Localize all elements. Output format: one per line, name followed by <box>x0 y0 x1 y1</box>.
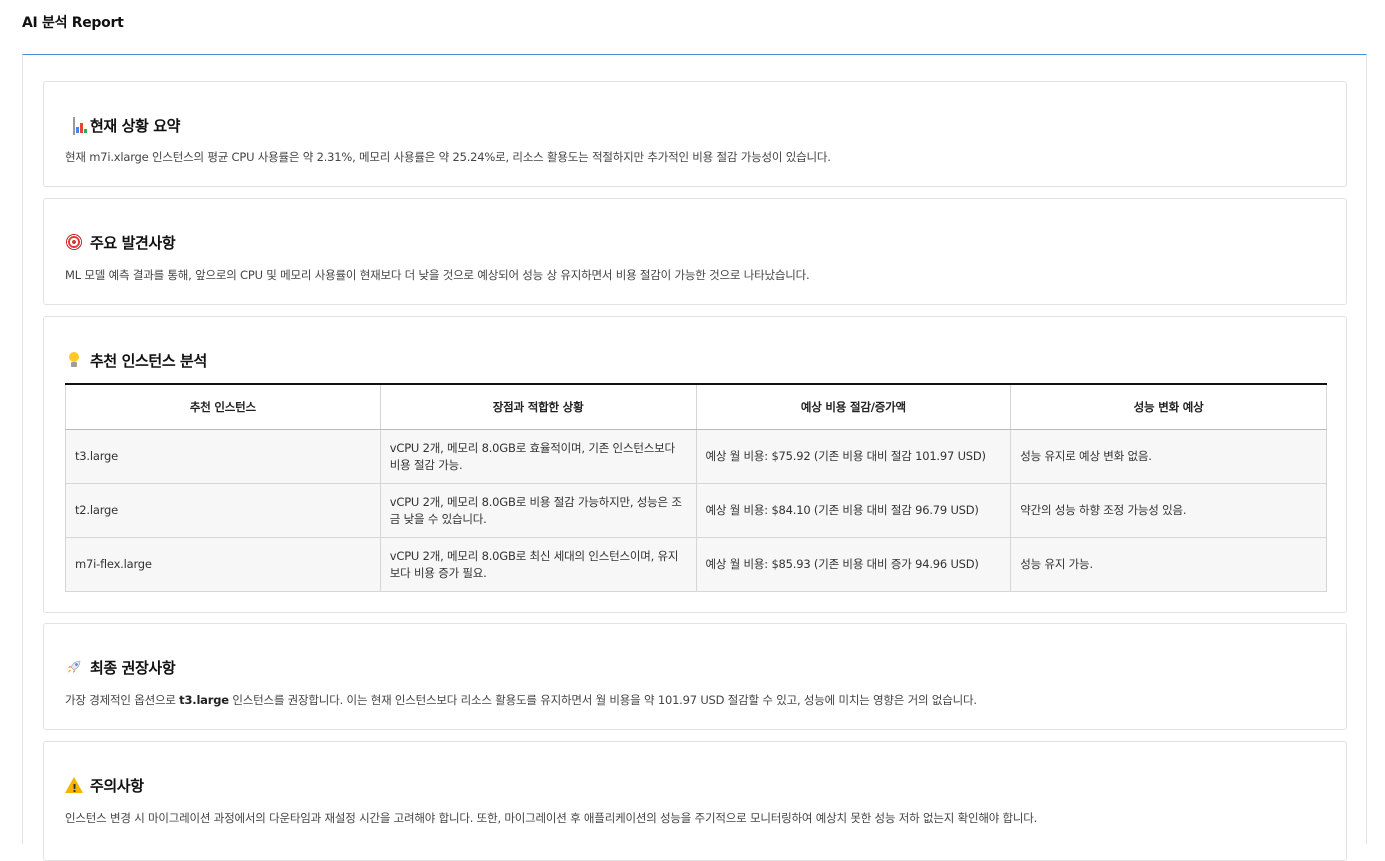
table-header: 성능 변화 예상 <box>1010 384 1327 430</box>
table-cell: vCPU 2개, 메모리 8.0GB로 비용 절감 가능하지만, 성능은 조금 … <box>379 483 697 538</box>
table-header: 추천 인스턴스 <box>65 384 381 430</box>
final-title-text: 최종 권장사항 <box>90 659 176 677</box>
table-row: t3.large vCPU 2개, 메모리 8.0GB로 효율적이며, 기존 인… <box>65 429 1327 484</box>
final-card: 최종 권장사항 가장 경제적인 옵션으로 t3.large 인스턴스를 권장합니… <box>43 623 1347 730</box>
lightbulb-icon <box>65 351 83 370</box>
table-cell: vCPU 2개, 메모리 8.0GB로 효율적이며, 기존 인스턴스보다 비용 … <box>379 429 697 484</box>
caution-text: 인스턴스 변경 시 마이그레이션 과정에서의 다운타임과 재설정 시간을 고려해… <box>65 811 1038 825</box>
rocket-icon <box>65 659 83 677</box>
final-text-before: 가장 경제적인 옵션으로 <box>65 693 180 707</box>
final-text-after: 인스턴스를 권장합니다. 이는 현재 인스턴스보다 리소스 활용도를 유지하면서… <box>228 693 977 707</box>
table-row: m7i-flex.large vCPU 2개, 메모리 8.0GB로 최신 세대… <box>65 537 1327 592</box>
table-cell: vCPU 2개, 메모리 8.0GB로 최신 세대의 인스턴스이며, 유지 보다… <box>379 537 697 592</box>
bar-chart-icon <box>65 116 87 135</box>
table-cell: 예상 월 비용: $84.10 (기존 비용 대비 절감 96.79 USD) <box>695 483 1012 538</box>
page-title: AI 분석 Report <box>22 15 124 31</box>
table-header-row: 추천 인스턴스 장점과 적합한 상황 예상 비용 절감/증가액 성능 변화 예상 <box>65 384 1327 430</box>
recommend-table: 추천 인스턴스 장점과 적합한 상황 예상 비용 절감/증가액 성능 변화 예상… <box>65 383 1327 592</box>
findings-title: 주요 발견사항 <box>65 232 176 253</box>
findings-card: 주요 발견사항 ML 모델 예측 결과를 통해, 앞으로의 CPU 및 메모리 … <box>43 198 1347 305</box>
table-cell: 약간의 성능 하향 조정 가능성 있음. <box>1010 483 1327 538</box>
caution-title-text: 주의사항 <box>90 777 144 795</box>
final-title: 최종 권장사항 <box>65 657 176 678</box>
caution-title: 주의사항 <box>65 775 144 798</box>
table-cell: 성능 유지 가능. <box>1010 537 1327 592</box>
recommend-card: 추천 인스턴스 분석 추천 인스턴스 장점과 적합한 상황 예상 비용 절감/증… <box>43 316 1347 613</box>
table-header: 장점과 적합한 상황 <box>379 384 697 430</box>
summary-title-text: 현재 상황 요약 <box>90 117 181 135</box>
recommend-title-text: 추천 인스턴스 분석 <box>90 352 207 370</box>
recommend-title: 추천 인스턴스 분석 <box>65 350 207 371</box>
table-cell: 성능 유지로 예상 변화 없음. <box>1010 429 1327 484</box>
warning-icon <box>65 776 83 798</box>
table-cell: 예상 월 비용: $75.92 (기존 비용 대비 절감 101.97 USD) <box>695 429 1012 484</box>
table-row: t2.large vCPU 2개, 메모리 8.0GB로 비용 절감 가능하지만… <box>65 483 1327 538</box>
final-text: 가장 경제적인 옵션으로 t3.large 인스턴스를 권장합니다. 이는 현재… <box>65 692 977 708</box>
findings-text: ML 모델 예측 결과를 통해, 앞으로의 CPU 및 메모리 사용률이 현재보… <box>65 268 810 282</box>
table-cell: 예상 월 비용: $85.93 (기존 비용 대비 증가 94.96 USD) <box>695 537 1012 592</box>
table-cell: t2.large <box>65 483 381 538</box>
report-container: 현재 상황 요약 현재 m7i.xlarge 인스턴스의 평균 CPU 사용률은… <box>22 54 1367 861</box>
summary-text: 현재 m7i.xlarge 인스턴스의 평균 CPU 사용률은 약 2.31%,… <box>65 150 831 164</box>
table-header: 예상 비용 절감/증가액 <box>695 384 1012 430</box>
target-icon <box>65 233 83 252</box>
findings-title-text: 주요 발견사항 <box>90 234 176 252</box>
final-text-bold: t3.large <box>179 693 229 707</box>
caution-card: 주의사항 인스턴스 변경 시 마이그레이션 과정에서의 다운타임과 재설정 시간… <box>43 741 1347 861</box>
summary-title: 현재 상황 요약 <box>65 115 180 136</box>
table-cell: m7i-flex.large <box>65 537 381 592</box>
summary-card: 현재 상황 요약 현재 m7i.xlarge 인스턴스의 평균 CPU 사용률은… <box>43 81 1347 187</box>
table-cell: t3.large <box>65 429 381 484</box>
